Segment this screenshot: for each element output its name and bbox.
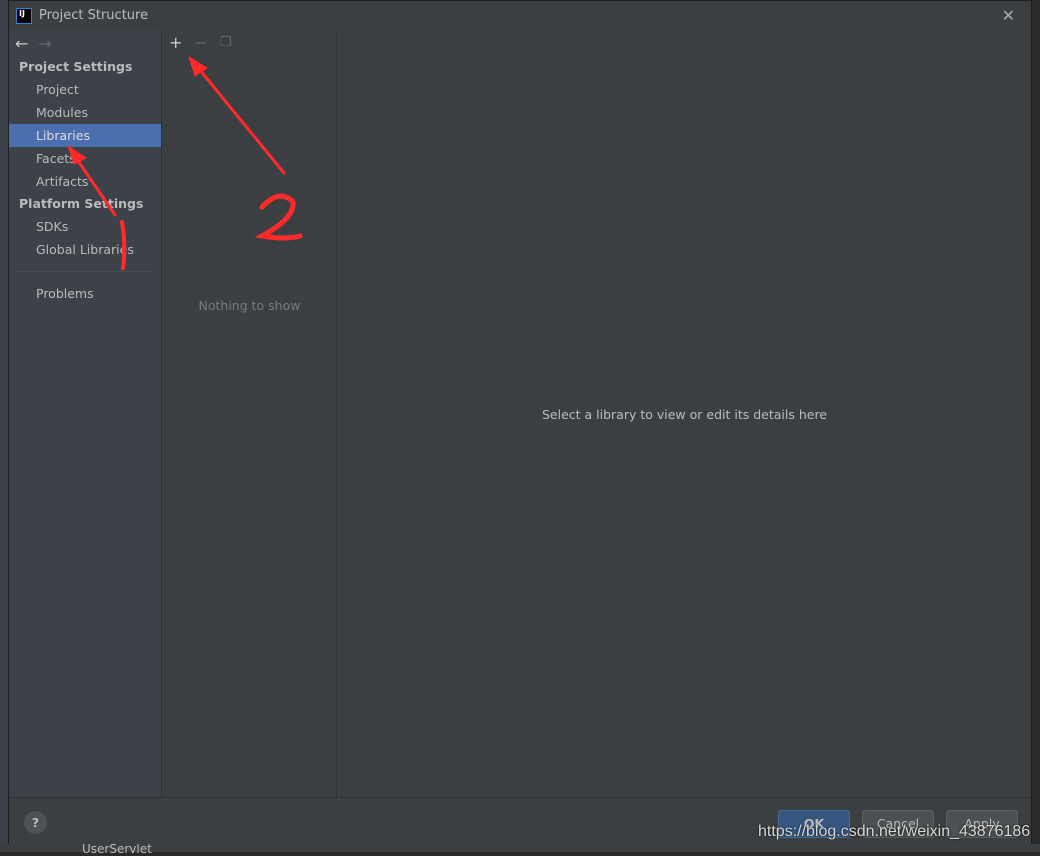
background-window (0, 0, 8, 852)
intellij-logo-icon: IJ (16, 7, 32, 24)
help-icon[interactable]: ? (24, 811, 47, 834)
arrow-left-icon[interactable]: ← (15, 34, 28, 53)
project-structure-dialog: IJ Project Structure ✕ ← → Project Setti… (8, 0, 1032, 844)
window-title: Project Structure (39, 8, 149, 23)
section-platform-settings: Platform Settings (19, 196, 144, 211)
close-icon[interactable]: ✕ (1002, 6, 1015, 25)
sidebar-item-global-libraries[interactable]: Global Libraries (9, 238, 161, 261)
minus-icon[interactable]: − (194, 33, 207, 52)
sidebar-item-modules[interactable]: Modules (9, 101, 161, 124)
sidebar-item-artifacts[interactable]: Artifacts (9, 170, 161, 193)
sidebar-item-problems[interactable]: Problems (9, 282, 161, 305)
plus-icon[interactable]: + (169, 33, 182, 52)
section-project-settings: Project Settings (19, 59, 133, 74)
sidebar-item-project[interactable]: Project (9, 78, 161, 101)
arrow-right-icon[interactable]: → (38, 34, 51, 53)
library-list-panel: + − ❐ Nothing to show (163, 30, 337, 797)
sidebar-item-sdks[interactable]: SDKs (9, 215, 161, 238)
divider (17, 271, 153, 272)
detail-placeholder: Select a library to view or edit its det… (541, 407, 828, 422)
empty-list-text: Nothing to show (198, 298, 301, 313)
detail-panel: Select a library to view or edit its det… (338, 30, 1031, 797)
sidebar-item-libraries[interactable]: Libraries (9, 124, 161, 147)
copy-icon[interactable]: ❐ (220, 35, 232, 50)
background-window-bottom (0, 844, 1040, 852)
sidebar: ← → Project Settings Project Modules Lib… (9, 30, 162, 797)
background-file-item: UserServlet (82, 842, 152, 856)
title-bar: IJ Project Structure ✕ (9, 1, 1031, 30)
watermark: https://blog.csdn.net/weixin_43876186 (758, 823, 1031, 840)
sidebar-item-facets[interactable]: Facets (9, 147, 161, 170)
